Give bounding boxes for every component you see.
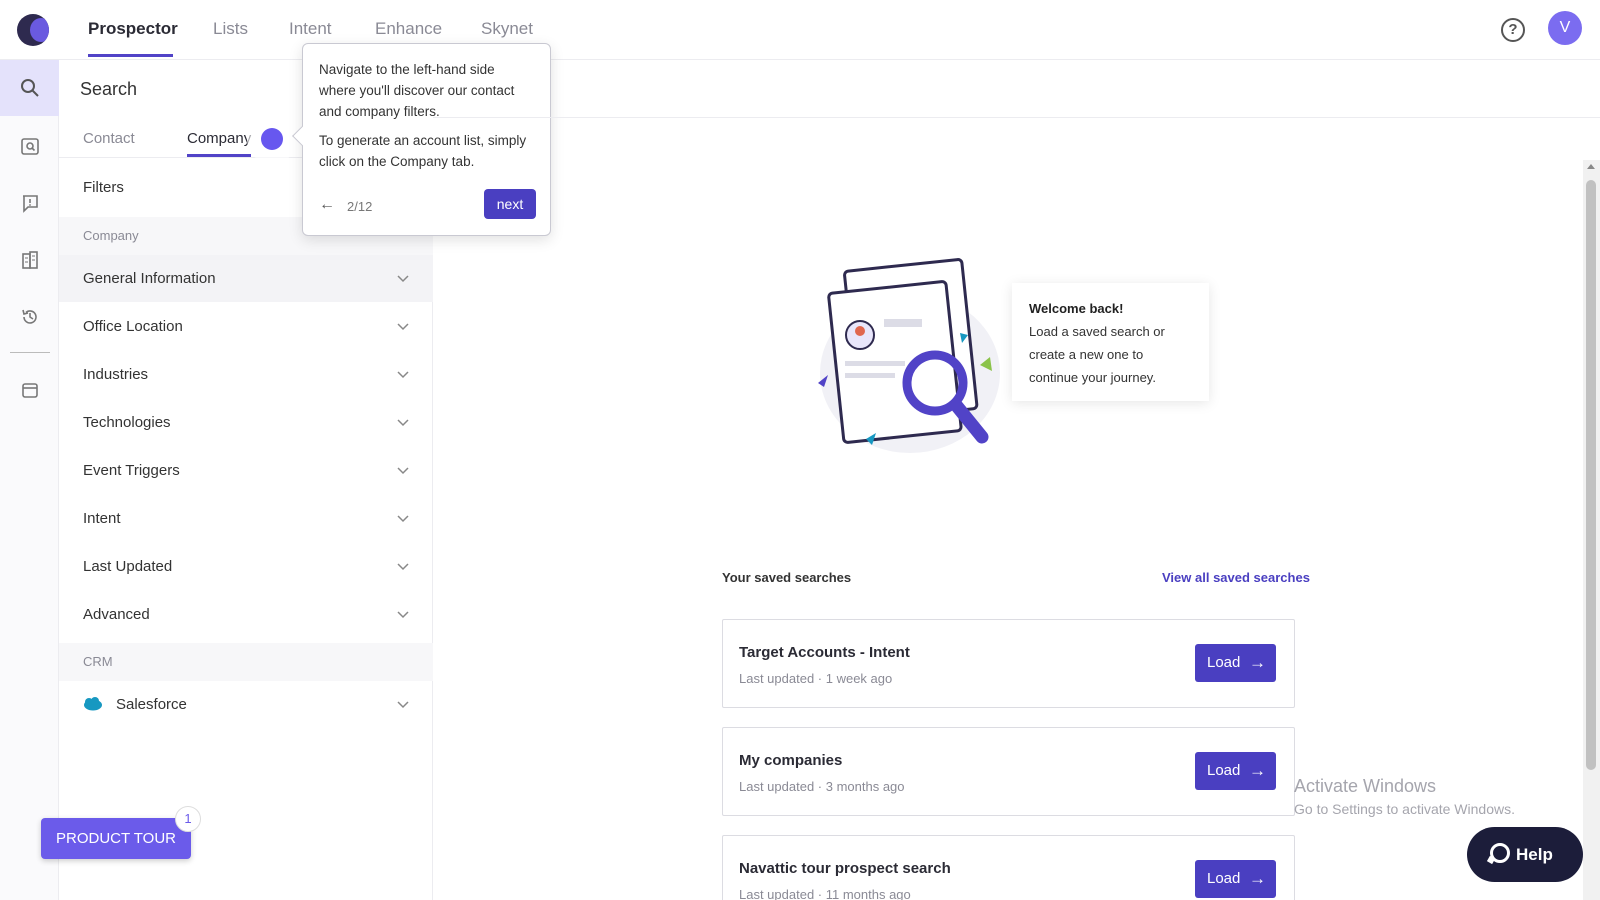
tour-hotspot[interactable] — [261, 128, 283, 150]
saved-search-card: Target Accounts - Intent Last updated · … — [722, 619, 1295, 708]
avatar[interactable]: V — [1548, 11, 1582, 45]
saved-searches-title: Your saved searches — [722, 570, 852, 585]
product-tour-button[interactable]: PRODUCT TOUR — [41, 818, 191, 859]
chevron-down-icon — [397, 467, 409, 475]
arrow-right-icon: → — [1249, 761, 1266, 780]
arrow-right-icon: → — [1249, 653, 1266, 672]
filters-title: Filters — [83, 179, 124, 196]
tour-step-counter: 2/12 — [347, 199, 373, 214]
load-label: Load — [1207, 654, 1241, 671]
saved-search-card: My companies Last updated · 3 months ago… — [722, 727, 1295, 816]
rail-divider — [10, 352, 50, 353]
filter-label: Intent — [83, 510, 121, 527]
help-widget-button[interactable]: Help — [1467, 827, 1583, 882]
alert-icon[interactable] — [0, 175, 59, 231]
scrollbar-thumb[interactable] — [1586, 180, 1596, 770]
next-button[interactable]: next — [484, 189, 536, 219]
filter-label: Event Triggers — [83, 462, 180, 479]
view-all-saved-searches-link[interactable]: View all saved searches — [1162, 570, 1310, 585]
filter-general-information[interactable]: General Information — [59, 255, 433, 302]
saved-search-meta: Last updated · 11 months ago — [739, 887, 911, 900]
chevron-down-icon — [397, 611, 409, 619]
chevron-down-icon — [397, 515, 409, 523]
load-button[interactable]: Load → — [1195, 752, 1276, 790]
chevron-down-icon — [397, 323, 409, 331]
top-nav: Prospector Lists Intent Enhance Skynet ?… — [0, 0, 1600, 60]
tab-contact[interactable]: Contact — [83, 130, 135, 147]
product-tour-badge: 1 — [175, 806, 201, 832]
wallet-icon[interactable] — [0, 362, 59, 418]
load-button[interactable]: Load → — [1195, 860, 1276, 898]
load-label: Load — [1207, 870, 1241, 887]
icon-rail — [0, 60, 59, 900]
building-icon[interactable] — [0, 232, 59, 288]
app-logo[interactable] — [17, 14, 49, 46]
welcome-title: Welcome back! — [1029, 301, 1124, 316]
arrow-right-icon: → — [1249, 869, 1266, 888]
filter-label: Office Location — [83, 318, 183, 335]
tooltip-text: To generate an account list, simply clic… — [319, 133, 527, 169]
filter-industries[interactable]: Industries — [59, 351, 433, 398]
tab-enhance[interactable]: Enhance — [375, 19, 442, 39]
saved-search-meta: Last updated · 1 week ago — [739, 671, 893, 686]
filter-office-location[interactable]: Office Location — [59, 303, 433, 350]
load-button[interactable]: Load → — [1195, 644, 1276, 682]
filter-event-triggers[interactable]: Event Triggers — [59, 447, 433, 494]
chevron-down-icon — [397, 371, 409, 379]
filter-last-updated[interactable]: Last Updated — [59, 543, 433, 590]
tab-intent[interactable]: Intent — [289, 19, 332, 39]
section-header-crm: CRM — [59, 643, 433, 681]
filter-intent[interactable]: Intent — [59, 495, 433, 542]
filter-label: Technologies — [83, 414, 171, 431]
windows-activation-subtitle: Go to Settings to activate Windows. — [1294, 801, 1515, 817]
load-label: Load — [1207, 762, 1241, 779]
active-tab-indicator — [88, 54, 173, 57]
chevron-down-icon — [397, 275, 409, 283]
filter-label: Advanced — [83, 606, 150, 623]
filter-label: Last Updated — [83, 558, 173, 575]
divider — [433, 117, 1600, 118]
filter-technologies[interactable]: Technologies — [59, 399, 433, 446]
tab-company[interactable]: Company — [187, 130, 251, 147]
windows-activation-title: Activate Windows — [1294, 776, 1437, 796]
chevron-down-icon — [397, 419, 409, 427]
saved-search-name: Target Accounts - Intent — [739, 644, 910, 661]
scroll-up-icon[interactable] — [1587, 164, 1595, 169]
help-icon[interactable]: ? — [1501, 18, 1525, 42]
saved-search-name: My companies — [739, 752, 843, 769]
filter-salesforce[interactable]: Salesforce — [59, 681, 433, 728]
tour-tooltip: Navigate to the left-hand side where you… — [302, 43, 551, 236]
search-icon[interactable] — [0, 60, 59, 116]
tab-skynet[interactable]: Skynet — [481, 19, 533, 39]
tab-prospector[interactable]: Prospector — [88, 19, 178, 39]
filter-advanced[interactable]: Advanced — [59, 591, 433, 638]
panel-title: Search — [80, 79, 138, 99]
saved-search-name: Navattic tour prospect search — [739, 860, 951, 877]
filter-label: General Information — [83, 270, 216, 287]
back-arrow-icon[interactable]: ← — [319, 194, 335, 215]
welcome-card: Welcome back! Load a saved search or cre… — [1012, 283, 1209, 401]
help-label: Help — [1516, 845, 1553, 864]
welcome-body: Load a saved search or create a new one … — [1029, 324, 1165, 385]
saved-search-card: Navattic tour prospect search Last updat… — [722, 835, 1295, 900]
saved-search-meta: Last updated · 3 months ago — [739, 779, 905, 794]
tooltip-text: Navigate to the left-hand side where you… — [319, 62, 515, 119]
main-scrollbar[interactable] — [1583, 160, 1600, 900]
salesforce-icon — [84, 697, 102, 711]
history-icon[interactable] — [0, 289, 59, 345]
search-illustration — [818, 258, 1000, 453]
chat-bubble-icon — [1490, 843, 1510, 863]
filter-label: Salesforce — [116, 696, 187, 713]
chevron-down-icon — [397, 563, 409, 571]
chevron-down-icon — [397, 701, 409, 709]
filter-label: Industries — [83, 366, 149, 383]
tab-lists[interactable]: Lists — [213, 19, 248, 39]
company-search-icon[interactable] — [0, 118, 59, 174]
